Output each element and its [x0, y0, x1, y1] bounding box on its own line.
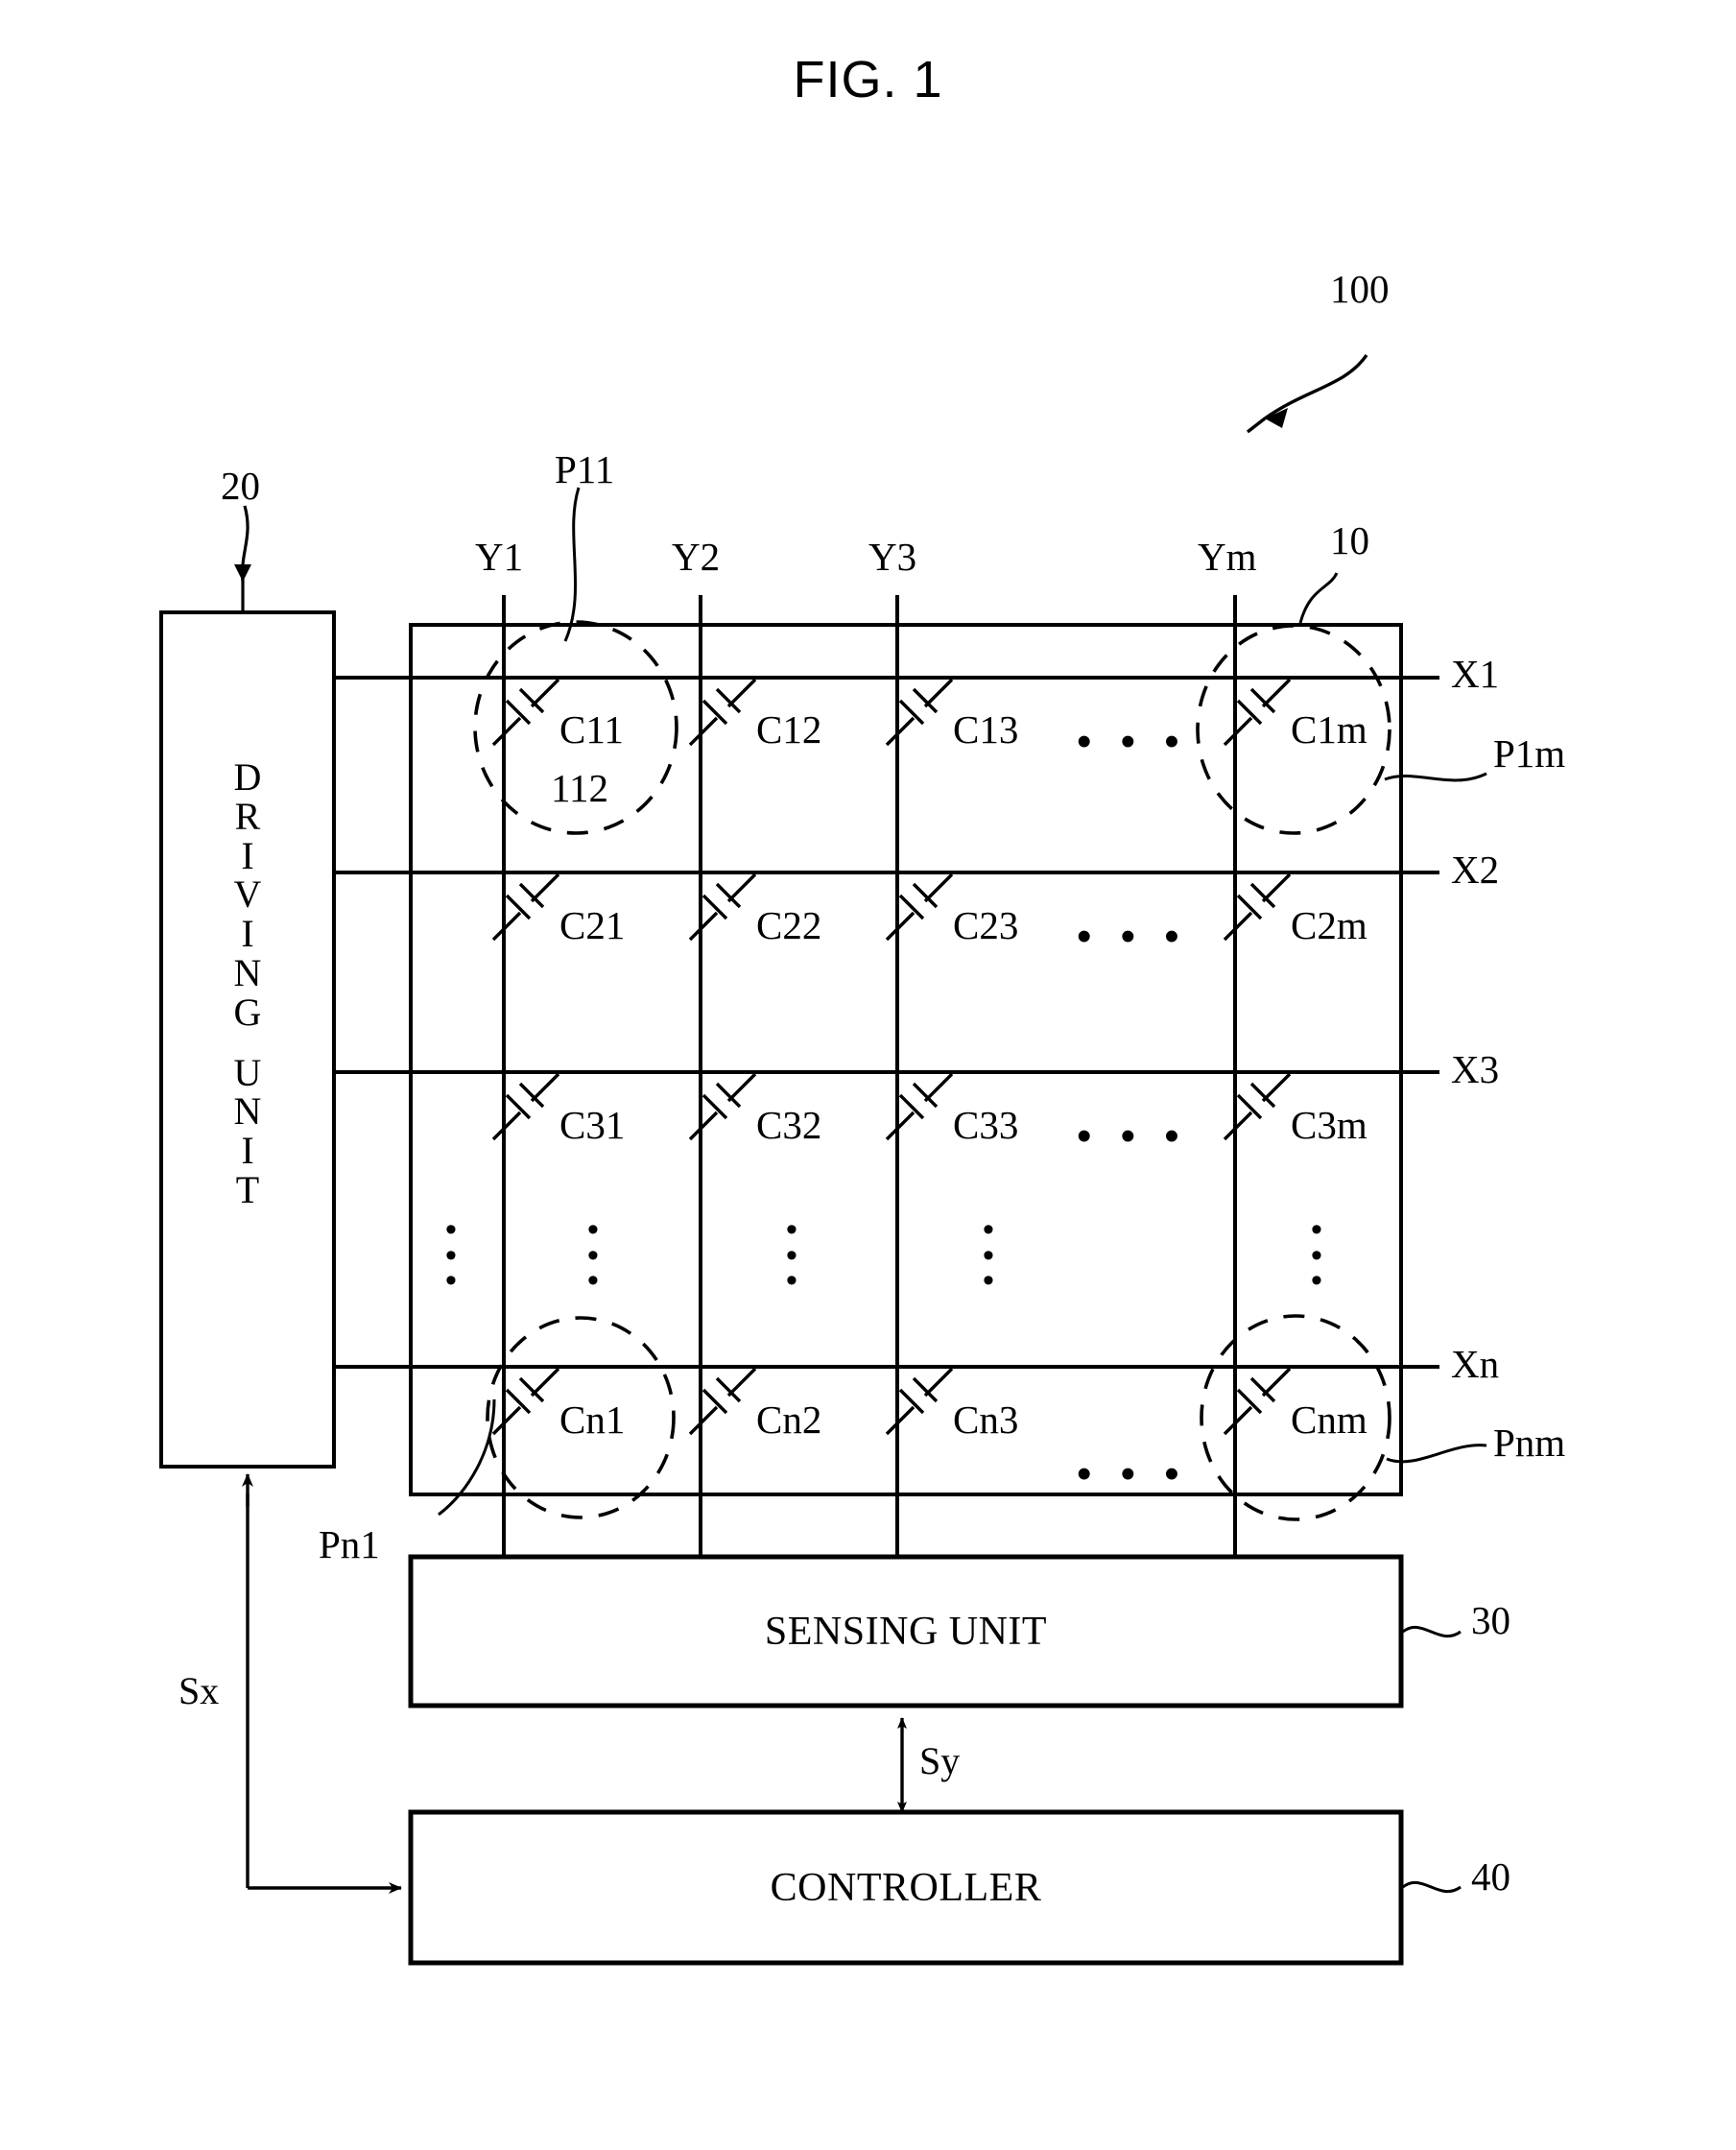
driving-unit-label: D R I V I N G U N I T — [219, 755, 276, 1211]
ref-numeral-capacitor-detail: 112 — [551, 766, 608, 810]
column-ellipsis-y2: • • • — [777, 1213, 806, 1300]
column-ellipsis-y3: • • • — [974, 1213, 1003, 1300]
column-line-label-ym: Ym — [1198, 535, 1257, 579]
pixel-label-p1m: P1m — [1493, 731, 1566, 776]
driving-unit-letter: I — [241, 833, 254, 877]
signal-label-sx: Sx — [178, 1669, 220, 1712]
column-ellipsis-left: • • • — [437, 1213, 465, 1300]
capacitor-label-c23: C23 — [953, 903, 1019, 947]
capacitor-label-c21: C21 — [559, 903, 626, 947]
capacitor-label-c13: C13 — [953, 707, 1019, 752]
ref-numeral-system: 100 — [1330, 267, 1390, 311]
driving-unit-letter: N — [233, 1089, 262, 1134]
row-line-label-xn: Xn — [1451, 1342, 1500, 1386]
row-line-label-x3: X3 — [1451, 1047, 1500, 1091]
capacitor-label-c11: C11 — [559, 707, 624, 752]
column-line-label-y2: Y2 — [672, 535, 721, 579]
row2-ellipsis: • • • — [1077, 913, 1188, 960]
row1-ellipsis: • • • — [1077, 718, 1188, 765]
row3-ellipsis: • • • — [1077, 1112, 1188, 1159]
capacitor-label-cnm: Cnm — [1291, 1398, 1367, 1442]
column-line-label-y3: Y3 — [868, 535, 917, 579]
controller-label: CONTROLLER — [770, 1866, 1042, 1910]
driving-unit-letter: R — [234, 794, 261, 838]
driving-unit-letter: T — [235, 1167, 260, 1211]
capacitor-label-c3m: C3m — [1291, 1103, 1367, 1147]
ellipsis-dot: • — [445, 1262, 457, 1300]
capacitor-label-cn1: Cn1 — [559, 1398, 626, 1442]
ellipsis-dot: • — [983, 1262, 994, 1300]
driving-unit-letter: V — [233, 872, 262, 917]
column-ellipsis-ym: • • • — [1302, 1213, 1331, 1300]
capacitor-label-c31: C31 — [559, 1103, 626, 1147]
capacitor-label-c32: C32 — [756, 1103, 822, 1147]
figure-page: FIG. 1 100 10 20 30 40 112 D R I V I N G… — [0, 0, 1736, 2150]
row-line-label-x1: X1 — [1451, 652, 1500, 696]
capacitor-label-cn2: Cn2 — [756, 1398, 822, 1442]
driving-unit-letter: I — [241, 912, 254, 956]
capacitor-label-c2m: C2m — [1291, 903, 1367, 947]
ref-numeral-driving-unit: 20 — [221, 464, 260, 508]
capacitor-label-cn3: Cn3 — [953, 1398, 1019, 1442]
ref-numeral-sensing-unit: 30 — [1471, 1598, 1510, 1642]
signal-label-sy: Sy — [919, 1739, 961, 1782]
driving-unit-letter: I — [241, 1129, 254, 1173]
driving-unit-letter: D — [233, 755, 262, 799]
driving-unit-letter: N — [233, 950, 262, 994]
column-line-label-y1: Y1 — [475, 535, 524, 579]
row-line-label-x2: X2 — [1451, 848, 1500, 892]
rown-ellipsis: • • • — [1077, 1450, 1188, 1497]
sensing-unit-label: SENSING UNIT — [764, 1610, 1048, 1654]
capacitor-label-c1m: C1m — [1291, 707, 1367, 752]
capacitor-label-c22: C22 — [756, 903, 822, 947]
pixel-label-p11: P11 — [555, 447, 615, 491]
ref-numeral-panel: 10 — [1330, 518, 1369, 562]
column-ellipsis-y1: • • • — [579, 1213, 607, 1300]
pixel-label-pnm: Pnm — [1493, 1421, 1566, 1465]
ellipsis-dot: • — [587, 1262, 599, 1300]
ellipsis-dot: • — [786, 1262, 797, 1300]
capacitor-label-c12: C12 — [756, 707, 822, 752]
pixel-label-pn1: Pn1 — [319, 1522, 380, 1566]
ref-numeral-controller: 40 — [1471, 1854, 1510, 1899]
ellipsis-dot: • — [1311, 1262, 1322, 1300]
capacitor-label-c33: C33 — [953, 1103, 1019, 1147]
driving-unit-letter: U — [233, 1050, 262, 1094]
driving-unit-letter: G — [233, 990, 262, 1034]
